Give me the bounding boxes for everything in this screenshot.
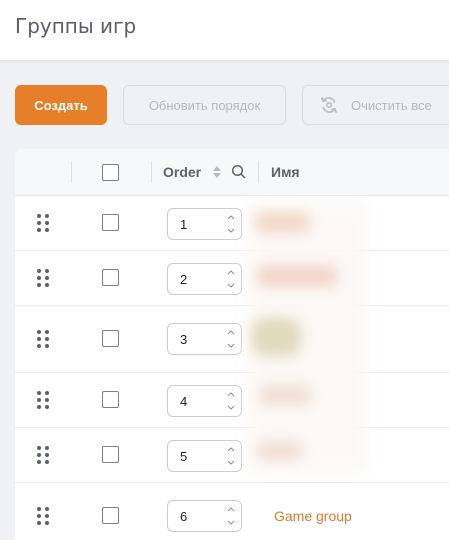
- order-value: 6: [180, 509, 188, 524]
- drag-handle-icon[interactable]: [37, 269, 49, 287]
- clear-all-label: Очистить все: [351, 97, 432, 113]
- order-value: 5: [180, 449, 188, 464]
- stepper-arrows-icon[interactable]: [227, 213, 235, 235]
- search-icon[interactable]: [231, 164, 246, 179]
- order-value: 4: [180, 394, 188, 409]
- row-checkbox[interactable]: [102, 391, 119, 408]
- order-value: 1: [180, 217, 188, 232]
- select-all-checkbox[interactable]: [102, 164, 119, 181]
- page-header: Группы игр: [0, 0, 449, 60]
- row-checkbox[interactable]: [102, 507, 119, 524]
- drag-handle-icon[interactable]: [37, 391, 49, 409]
- order-input[interactable]: 2: [167, 263, 242, 295]
- table-row: 6 Game group: [15, 483, 449, 540]
- drag-handle-icon[interactable]: [37, 446, 49, 464]
- row-checkbox[interactable]: [102, 214, 119, 231]
- row-checkbox[interactable]: [102, 330, 119, 347]
- stepper-arrows-icon[interactable]: [227, 268, 235, 290]
- stepper-arrows-icon[interactable]: [227, 328, 235, 350]
- table-row: 1: [15, 196, 449, 251]
- table-row: 4: [15, 373, 449, 428]
- order-value: 3: [180, 332, 188, 347]
- refresh-icon: [321, 97, 337, 113]
- table-row: 3: [15, 306, 449, 373]
- page-title: Группы игр: [15, 14, 137, 38]
- order-input[interactable]: 4: [167, 385, 242, 417]
- order-input[interactable]: 5: [167, 440, 242, 472]
- order-input[interactable]: 1: [167, 208, 242, 240]
- row-checkbox[interactable]: [102, 446, 119, 463]
- drag-handle-icon[interactable]: [37, 330, 49, 348]
- group-name-link[interactable]: Game group: [274, 508, 352, 524]
- table-header: Order Имя: [15, 149, 449, 196]
- refresh-order-button[interactable]: Обновить порядок: [123, 85, 286, 125]
- groups-table: Order Имя 1 2 3 4 5 6 Game group: [15, 149, 449, 540]
- sort-icon[interactable]: [212, 165, 222, 179]
- name-column-header: Имя: [271, 164, 300, 180]
- stepper-arrows-icon[interactable]: [227, 390, 235, 412]
- create-button[interactable]: Создать: [15, 85, 107, 125]
- redacted-names-image: [247, 203, 367, 473]
- clear-all-button[interactable]: Очистить все: [302, 85, 449, 125]
- order-input[interactable]: 3: [167, 323, 242, 355]
- table-row: 5: [15, 428, 449, 483]
- order-column-header[interactable]: Order: [163, 164, 201, 180]
- order-value: 2: [180, 272, 188, 287]
- row-checkbox[interactable]: [102, 269, 119, 286]
- column-divider: [71, 161, 72, 183]
- stepper-arrows-icon[interactable]: [227, 505, 235, 527]
- column-divider: [151, 161, 152, 183]
- column-divider: [258, 161, 259, 183]
- drag-handle-icon[interactable]: [37, 214, 49, 232]
- table-row: 2: [15, 251, 449, 306]
- order-input[interactable]: 6: [167, 500, 242, 532]
- stepper-arrows-icon[interactable]: [227, 445, 235, 467]
- drag-handle-icon[interactable]: [37, 507, 49, 525]
